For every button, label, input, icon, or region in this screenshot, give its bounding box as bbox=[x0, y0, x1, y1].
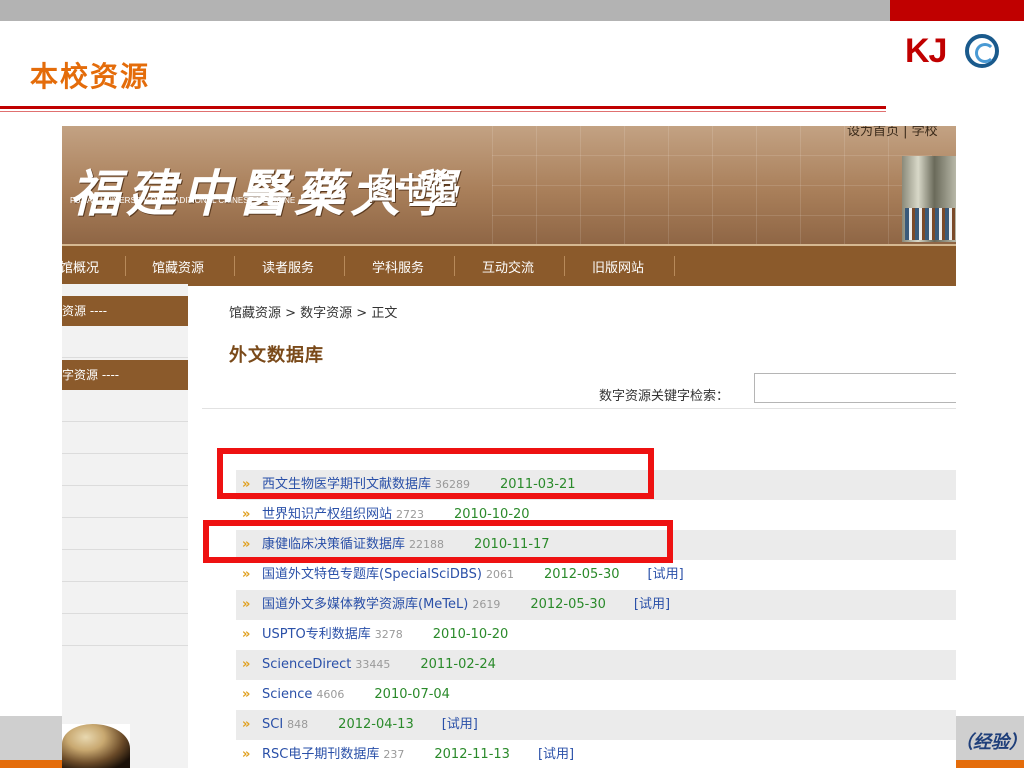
double-chevron-right-icon: » bbox=[242, 747, 251, 762]
nav-separator bbox=[564, 256, 565, 276]
nav-separator bbox=[344, 256, 345, 276]
nav-item-overview[interactable]: 馆概况 bbox=[62, 257, 99, 276]
list-item[interactable]: » 国道外文多媒体教学资源库(MeTeL) 2619 2012-05-30 [试用] bbox=[236, 590, 956, 620]
list-item[interactable]: » USPTO专利数据库 3278 2010-10-20 bbox=[236, 620, 956, 650]
title-underline bbox=[0, 106, 886, 109]
bottom-left-accent bbox=[0, 760, 62, 768]
database-date: 2012-05-30 bbox=[543, 567, 620, 582]
nav-separator bbox=[234, 256, 235, 276]
trial-tag: [试用] bbox=[647, 567, 684, 582]
footer-text: （经验） bbox=[955, 732, 1024, 753]
nav-item-subject-services[interactable]: 学科服务 bbox=[372, 257, 424, 276]
list-item[interactable]: » ScienceDirect 33445 2011-02-24 bbox=[236, 650, 956, 680]
bookshelf-books bbox=[905, 208, 955, 240]
double-chevron-right-icon: » bbox=[242, 597, 251, 612]
kj-logo-circle-icon bbox=[965, 34, 999, 68]
highlight-box bbox=[203, 520, 673, 563]
trial-tag: [试用] bbox=[537, 747, 575, 762]
nav-separator bbox=[674, 256, 675, 276]
database-date: 2010-10-20 bbox=[432, 627, 509, 642]
sidebar-heading-resources[interactable]: 资源 ---- bbox=[62, 296, 188, 326]
sidebar-row[interactable] bbox=[62, 422, 188, 454]
nav-separator bbox=[454, 256, 455, 276]
database-title[interactable]: USPTO专利数据库 bbox=[262, 627, 371, 642]
bottom-right-accent bbox=[956, 760, 1024, 768]
photo-figure bbox=[62, 724, 130, 768]
sidebar-row[interactable] bbox=[62, 582, 188, 614]
double-chevron-right-icon: » bbox=[242, 717, 251, 732]
highlight-box bbox=[217, 448, 654, 499]
database-count: 33445 bbox=[355, 658, 391, 671]
slide-top-bar bbox=[0, 0, 890, 21]
top-links[interactable]: 设为首页 | 学校 bbox=[847, 126, 938, 139]
sidebar-row[interactable] bbox=[62, 518, 188, 550]
database-title[interactable]: RSC电子期刊数据库 bbox=[262, 747, 379, 762]
database-title[interactable]: 国道外文多媒体教学资源库(MeTeL) bbox=[262, 597, 468, 612]
sidebar-heading-digital[interactable]: 字资源 ---- bbox=[62, 360, 188, 390]
sidebar-row[interactable] bbox=[62, 486, 188, 518]
university-english-name: FUJIAN UNIVERSITY OF TRADITIONAL CHINESE… bbox=[70, 196, 296, 205]
nav-item-old-site[interactable]: 旧版网站 bbox=[592, 257, 644, 276]
trial-tag: [试用] bbox=[633, 597, 671, 612]
double-chevron-right-icon: » bbox=[242, 657, 251, 672]
library-label: 图书馆 bbox=[367, 172, 457, 207]
double-chevron-right-icon: » bbox=[242, 627, 251, 642]
decorative-photo bbox=[62, 724, 130, 768]
list-item[interactable]: » RSC电子期刊数据库 237 2012-11-13 [试用] bbox=[236, 740, 956, 768]
database-date: 2011-02-24 bbox=[420, 657, 496, 672]
nav-item-collections[interactable]: 馆藏资源 bbox=[152, 257, 204, 276]
database-date: 2012-04-13 bbox=[338, 717, 414, 732]
nav-item-reader-services[interactable]: 读者服务 bbox=[262, 257, 314, 276]
logo-text: KJ bbox=[905, 32, 947, 70]
database-title[interactable]: Science bbox=[262, 687, 312, 702]
trial-tag: [试用] bbox=[441, 717, 478, 732]
library-website-screenshot: 福建中醫藥大學 FUJIAN UNIVERSITY OF TRADITIONAL… bbox=[62, 126, 956, 768]
slide-title: 本校资源 bbox=[30, 60, 151, 93]
sidebar-row[interactable] bbox=[62, 454, 188, 486]
list-item[interactable]: » 国道外文特色专题库(SpecialSciDBS) 2061 2012-05-30… bbox=[236, 560, 956, 590]
database-count: 237 bbox=[383, 748, 405, 761]
site-banner: 福建中醫藥大學 FUJIAN UNIVERSITY OF TRADITIONAL… bbox=[62, 126, 956, 244]
database-date: 2012-11-13 bbox=[434, 747, 510, 762]
database-count: 2061 bbox=[485, 568, 514, 581]
banner-decoration bbox=[492, 126, 932, 244]
database-count: 848 bbox=[287, 718, 309, 731]
title-underline-thin bbox=[0, 111, 886, 112]
breadcrumb[interactable]: 馆藏资源 > 数字资源 > 正文 bbox=[229, 302, 397, 321]
sidebar-row[interactable] bbox=[62, 390, 188, 422]
database-count: 2619 bbox=[472, 598, 501, 611]
content-divider bbox=[202, 408, 956, 409]
database-title[interactable]: 国道外文特色专题库(SpecialSciDBS) bbox=[262, 567, 482, 582]
list-item[interactable]: » Science 4606 2010-07-04 bbox=[236, 680, 956, 710]
left-sidebar: 资源 ---- 字资源 ---- bbox=[62, 284, 188, 768]
database-title[interactable]: SCI bbox=[262, 717, 283, 732]
page-heading: 外文数据库 bbox=[229, 345, 324, 366]
database-count: 3278 bbox=[374, 628, 403, 641]
sidebar-row[interactable] bbox=[62, 550, 188, 582]
slide-top-accent bbox=[890, 0, 1024, 21]
kj-logo: KJ bbox=[905, 30, 1005, 76]
double-chevron-right-icon: » bbox=[242, 687, 251, 702]
database-date: 2012-05-30 bbox=[530, 597, 606, 612]
sidebar-row[interactable] bbox=[62, 326, 188, 358]
list-item[interactable]: » SCI 848 2012-04-13 [试用] bbox=[236, 710, 956, 740]
search-input[interactable] bbox=[754, 373, 956, 403]
search-label: 数字资源关键字检索： bbox=[599, 389, 730, 404]
database-title[interactable]: ScienceDirect bbox=[262, 657, 351, 672]
sidebar-row[interactable] bbox=[62, 614, 188, 646]
main-nav: 馆概况 馆藏资源 读者服务 学科服务 互动交流 旧版网站 bbox=[62, 244, 956, 286]
database-count: 4606 bbox=[316, 688, 345, 701]
double-chevron-right-icon: » bbox=[242, 567, 251, 582]
nav-separator bbox=[125, 256, 126, 276]
nav-item-interaction[interactable]: 互动交流 bbox=[482, 257, 534, 276]
database-date: 2010-07-04 bbox=[374, 687, 450, 702]
